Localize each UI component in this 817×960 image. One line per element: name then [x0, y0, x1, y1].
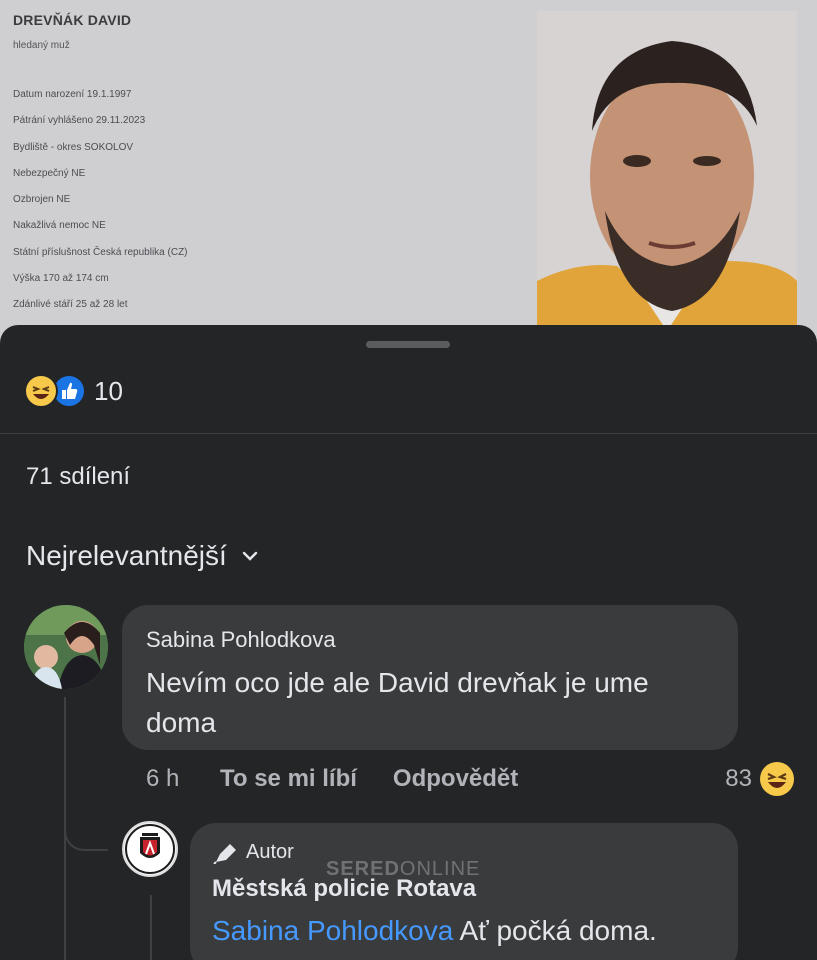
author-badge-label: Autor [246, 841, 294, 863]
fact-nationality: Státní příslušnost Česká republika (CZ) [13, 246, 188, 258]
reaction-count: 10 [94, 375, 123, 406]
divider [0, 433, 817, 434]
reply-message: Ať počká doma. [453, 915, 657, 946]
fact-height: Výška 170 až 174 cm [13, 273, 109, 285]
shares-count[interactable]: 71 sdílení [26, 463, 130, 491]
reactions-summary[interactable]: 10 [24, 373, 123, 409]
reply-text: Sabina Pohlodkova Ať počká doma. [212, 915, 657, 947]
comment-bubble[interactable]: Sabina Pohlodkova Nevím oco jde ale Davi… [122, 605, 738, 750]
wanted-notice: DREVŇÁK DAVID hledaný muž Datum narození… [0, 0, 817, 340]
author-badge: Autor [212, 841, 294, 864]
reply-bubble[interactable]: Autor Městská policie Rotava Sabina Pohl… [190, 823, 738, 960]
reply-thread-line [150, 895, 152, 960]
watermark: SEREDONLINE [326, 858, 480, 881]
fact-age: Zdánlivé stáří 25 až 28 let [13, 299, 128, 311]
comments-sheet: 10 71 sdílení Nejrelevantnější Sabina Po… [0, 325, 817, 960]
pen-icon [213, 843, 236, 864]
wanted-subtitle: hledaný muž [13, 40, 70, 51]
watermark-light: ONLINE [399, 858, 481, 880]
fact-armed: Ozbrojen NE [13, 194, 71, 206]
chevron-down-icon [242, 551, 257, 561]
police-logo-avatar[interactable] [122, 821, 178, 877]
comment-text: Nevím oco jde ale David drevňak je ume d… [146, 667, 649, 738]
sort-label: Nejrelevantnější [26, 540, 227, 571]
thread-connector [64, 795, 108, 851]
comment-author[interactable]: Sabina Pohlodkova [146, 627, 336, 653]
laugh-reaction-icon[interactable] [760, 762, 794, 796]
fact-dangerous: Nebezpečný NE [13, 167, 86, 179]
fact-search-date: Pátrání vyhlášeno 29.11.2023 [13, 115, 146, 127]
comment-time[interactable]: 6 h [146, 765, 220, 793]
wanted-name: DREVŇÁK DAVID [13, 12, 132, 28]
wanted-facts: Datum narození 19.1.1997 Pátrání vyhláše… [13, 88, 188, 325]
laugh-reaction-icon [24, 374, 58, 408]
sort-dropdown[interactable]: Nejrelevantnější [26, 540, 259, 572]
comment-actions: 6 h To se mi líbí Odpovědět 83 [146, 761, 794, 797]
avatar[interactable] [24, 605, 108, 689]
like-button[interactable]: To se mi líbí [220, 765, 357, 793]
mention-link[interactable]: Sabina Pohlodkova [212, 915, 453, 946]
fact-birthdate: Datum narození 19.1.1997 [13, 89, 132, 100]
comment-reaction-count[interactable]: 83 [725, 765, 752, 793]
sheet-drag-handle[interactable] [366, 341, 450, 348]
fact-residence: Bydliště - okres SOKOLOV [13, 141, 134, 153]
suspect-photo [537, 11, 797, 331]
watermark-bold: SERED [326, 858, 400, 880]
fact-disease: Nakažlivá nemoc NE [13, 220, 106, 232]
reply-button[interactable]: Odpovědět [393, 765, 518, 793]
